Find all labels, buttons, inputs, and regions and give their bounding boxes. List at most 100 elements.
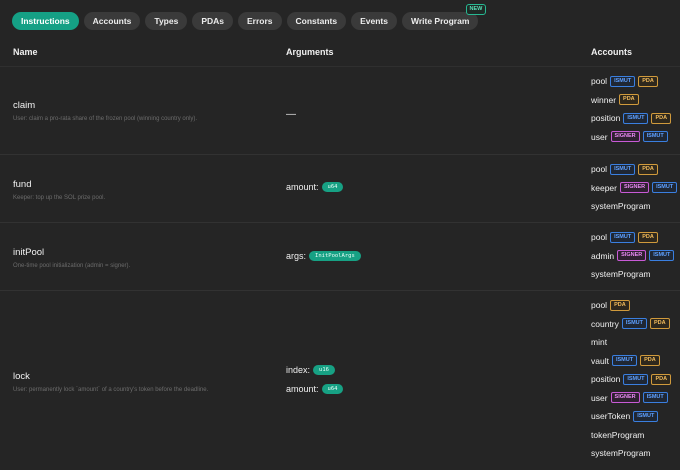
account-name: tokenProgram (591, 429, 645, 440)
pda-badge: PDA (610, 299, 630, 311)
column-header-name: Name (13, 47, 38, 57)
tab-pdas[interactable]: PDAs (192, 12, 234, 30)
ismut-badge: ISMUT (642, 392, 668, 404)
arguments-cell: amount: u64 (286, 178, 344, 196)
instruction-description: One-time pool initialization (admin = si… (13, 263, 131, 269)
account-name: systemProgram (591, 448, 651, 459)
signer-badge: SIGNER (610, 131, 640, 143)
account-name: systemProgram (591, 201, 651, 212)
no-arguments: — (286, 108, 296, 120)
instruction-name: initPool (13, 247, 45, 258)
account-name: pool (591, 300, 608, 311)
account-item: pool ISMUT PDA (591, 228, 677, 247)
argument-type: u16 (313, 365, 335, 375)
account-item: pool ISMUT PDA (591, 72, 674, 91)
ismut-badge: ISMUT (610, 231, 636, 243)
account-name: user (591, 392, 608, 403)
column-header-accounts: Accounts (591, 47, 633, 57)
argument-name: amount: (286, 384, 319, 394)
accounts-cell: pool ISMUT PDA admin SIGNER ISMUT system… (591, 228, 677, 284)
instruction-name-cell: claim User: claim a pro-rata share of th… (13, 100, 273, 122)
tab-events[interactable]: Events (351, 12, 397, 30)
account-name: user (591, 131, 608, 142)
account-item: user SIGNER ISMUT (591, 389, 674, 408)
account-item: vault ISMUT PDA (591, 352, 674, 371)
argument-name: amount: (286, 182, 319, 192)
instruction-name: fund (13, 179, 32, 190)
account-name: pool (591, 76, 608, 87)
new-badge: NEW (465, 4, 487, 15)
account-name: vault (591, 355, 609, 366)
instruction-row-lock: lock User: permanently lock `amount` of … (0, 291, 680, 470)
account-item: keeper SIGNER ISMUT (591, 179, 680, 198)
account-item: systemProgram (591, 265, 677, 284)
account-name: mint (591, 337, 608, 348)
account-item: country ISMUT PDA (591, 315, 674, 334)
account-item: admin SIGNER ISMUT (591, 247, 677, 266)
signer-badge: SIGNER (620, 182, 650, 194)
pda-badge: PDA (650, 318, 670, 330)
argument-type: u64 (321, 182, 344, 192)
pda-badge: PDA (638, 75, 658, 87)
account-name: winner (591, 94, 617, 105)
ismut-badge: ISMUT (649, 250, 675, 262)
accounts-cell: pool ISMUT PDA keeper SIGNER ISMUT syste… (591, 160, 680, 216)
pda-badge: PDA (619, 94, 639, 106)
account-name: admin (591, 250, 615, 261)
account-name: pool (591, 232, 608, 243)
argument-item: amount: u64 (286, 178, 344, 196)
instruction-row-fund: fund Keeper: top up the SOL prize pool. … (0, 155, 680, 223)
tab-accounts[interactable]: Accounts (83, 12, 141, 30)
ismut-badge: ISMUT (623, 112, 649, 124)
account-name: country (591, 318, 619, 329)
instruction-description: User: claim a pro-rata share of the froz… (13, 116, 198, 122)
instruction-name-cell: initPool One-time pool initialization (a… (13, 247, 273, 269)
instruction-row-claim: claim User: claim a pro-rata share of th… (0, 67, 680, 155)
column-header-arguments: Arguments (286, 47, 334, 57)
pda-badge: PDA (640, 355, 660, 367)
account-name: userToken (591, 411, 631, 422)
account-item: userToken ISMUT (591, 407, 674, 426)
account-item: winner PDA (591, 91, 674, 110)
tab-write-program[interactable]: Write Program NEW (401, 4, 487, 30)
account-item: tokenProgram (591, 426, 674, 445)
tab-types[interactable]: Types (145, 12, 188, 30)
accounts-cell: pool PDA country ISMUT PDA mint vault IS… (591, 296, 674, 463)
argument-name: index: (286, 365, 311, 375)
argument-name: args: (286, 251, 307, 261)
argument-type: InitPoolArgs (309, 251, 361, 261)
argument-item: amount: u64 (286, 380, 344, 398)
argument-type: u64 (321, 384, 344, 394)
instruction-name-cell: fund Keeper: top up the SOL prize pool. (13, 179, 273, 201)
instruction-name: lock (13, 371, 30, 382)
pda-badge: PDA (651, 112, 672, 124)
account-item: pool ISMUT PDA (591, 160, 680, 179)
accounts-cell: pool ISMUT PDA winner PDA position ISMUT… (591, 72, 674, 146)
account-item: systemProgram (591, 197, 680, 216)
tab-errors[interactable]: Errors (238, 12, 282, 30)
arguments-cell: args: InitPoolArgs (286, 247, 361, 265)
instruction-description: Keeper: top up the SOL prize pool. (13, 195, 106, 201)
account-item: position ISMUT PDA (591, 109, 674, 128)
instruction-name: claim (13, 100, 36, 111)
pda-badge: PDA (638, 163, 658, 175)
ismut-badge: ISMUT (611, 355, 638, 367)
signer-badge: SIGNER (617, 250, 647, 262)
ismut-badge: ISMUT (642, 131, 668, 143)
ismut-badge: ISMUT (610, 163, 636, 175)
tab-constants[interactable]: Constants (286, 12, 347, 30)
account-item: mint (591, 333, 674, 352)
account-name: position (591, 374, 621, 385)
account-name: systemProgram (591, 269, 651, 280)
ismut-badge: ISMUT (610, 75, 636, 87)
account-name: pool (591, 164, 608, 175)
account-item: pool PDA (591, 296, 674, 315)
tab-instructions[interactable]: Instructions (12, 12, 79, 30)
arguments-cell: index: u16 amount: u64 (286, 361, 344, 398)
tab-write-program-label: Write Program (410, 16, 470, 26)
account-name: position (591, 113, 621, 124)
ismut-badge: ISMUT (623, 373, 649, 385)
ismut-badge: ISMUT (633, 410, 659, 422)
account-item: systemProgram (591, 444, 674, 463)
table-header: Name Arguments Accounts (0, 40, 680, 67)
